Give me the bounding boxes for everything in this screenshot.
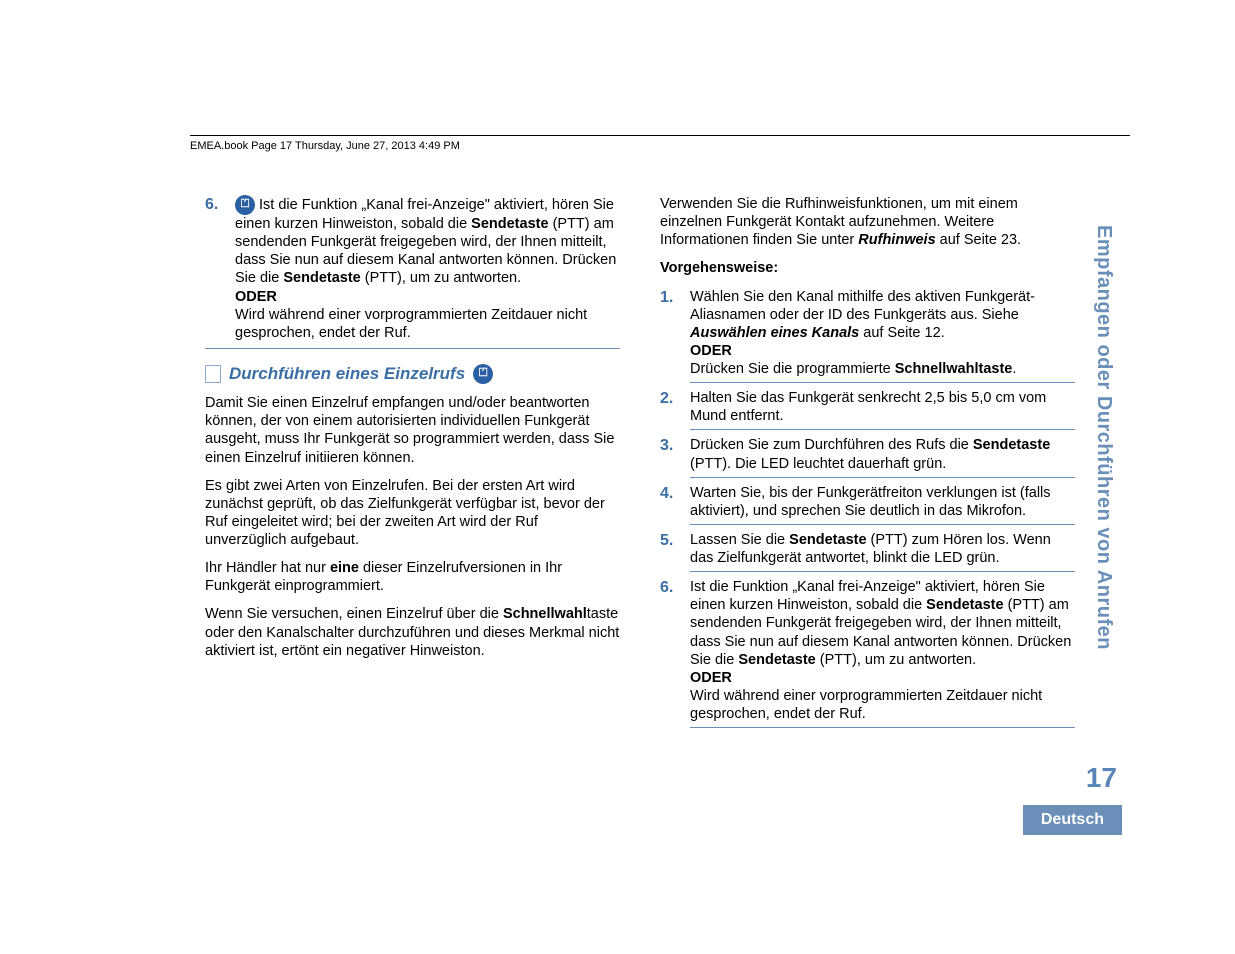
left-column: 6. ⏍ Ist die Funktion „Kanal frei-Anzeig… bbox=[205, 195, 620, 734]
body-text: Halten Sie das Funkgerät senkrecht 2,5 b… bbox=[690, 390, 1046, 424]
body-text: Sendetaste bbox=[471, 216, 548, 232]
body-text: ODER bbox=[690, 343, 732, 359]
body-text: Schnellwahltaste bbox=[895, 361, 1013, 377]
body-text: Sendetaste bbox=[789, 532, 866, 548]
body-text: Verwenden Sie die Rufhinweisfunktionen, … bbox=[660, 195, 1075, 249]
body-text: Wenn Sie versuchen, einen Einzelruf über… bbox=[205, 605, 620, 659]
body-text: ODER bbox=[690, 670, 732, 686]
step-3: 3. Drücken Sie zum Durchführen des Rufs … bbox=[660, 436, 1075, 472]
divider bbox=[690, 382, 1075, 383]
step-number: 1. bbox=[660, 288, 673, 308]
document-icon bbox=[205, 365, 221, 383]
body-text: Sendetaste bbox=[738, 652, 815, 668]
step-number: 5. bbox=[660, 531, 673, 551]
body-text: Wählen Sie den Kanal mithilfe des aktive… bbox=[690, 289, 1035, 323]
body-text: auf Seite 12. bbox=[859, 325, 944, 341]
body-text: (PTT). Die LED leuchtet dauerhaft grün. bbox=[690, 456, 946, 472]
body-text: Lassen Sie die bbox=[690, 532, 789, 548]
page-header: EMEA.book Page 17 Thursday, June 27, 201… bbox=[190, 140, 460, 152]
body-text: . bbox=[1012, 361, 1016, 377]
step-number: 6. bbox=[660, 578, 673, 598]
body-text: Ihr Händler hat nur eine dieser Einzelru… bbox=[205, 559, 620, 595]
step-number: 4. bbox=[660, 484, 673, 504]
divider bbox=[690, 727, 1075, 728]
right-column: Verwenden Sie die Rufhinweisfunktionen, … bbox=[660, 195, 1075, 734]
divider bbox=[690, 429, 1075, 430]
page-number: 17 bbox=[1086, 762, 1117, 794]
step-number: 2. bbox=[660, 389, 673, 409]
body-text: ODER bbox=[235, 289, 277, 305]
divider bbox=[690, 524, 1075, 525]
step-number: 3. bbox=[660, 436, 673, 456]
body-text: Warten Sie, bis der Funkgerätfreiton ver… bbox=[690, 485, 1051, 519]
step-4: 4. Warten Sie, bis der Funkgerätfreiton … bbox=[660, 484, 1075, 520]
body-text: Auswählen eines Kanals bbox=[690, 325, 859, 341]
body-text: Sendetaste bbox=[926, 597, 1003, 613]
step-6: 6. Ist die Funktion „Kanal frei-Anzeige"… bbox=[660, 578, 1075, 723]
step-6-left: 6. ⏍ Ist die Funktion „Kanal frei-Anzeig… bbox=[205, 195, 620, 342]
step-number: 6. bbox=[205, 195, 218, 215]
section-heading: Durchführen eines Einzelrufs ⏍ bbox=[205, 363, 620, 384]
body-text: Wird während einer vorprogrammierten Zei… bbox=[235, 306, 620, 342]
body-text: (PTT), um zu antworten. bbox=[816, 652, 976, 668]
divider bbox=[690, 477, 1075, 478]
divider bbox=[690, 571, 1075, 572]
body-text: Damit Sie einen Einzelruf empfangen und/… bbox=[205, 394, 620, 467]
step-5: 5. Lassen Sie die Sendetaste (PTT) zum H… bbox=[660, 531, 1075, 567]
step-1: 1. Wählen Sie den Kanal mithilfe des akt… bbox=[660, 288, 1075, 379]
side-chapter-title: Empfangen oder Durchführen von Anrufen bbox=[1085, 225, 1115, 650]
step-2: 2. Halten Sie das Funkgerät senkrecht 2,… bbox=[660, 389, 1075, 425]
body-text: Sendetaste bbox=[973, 437, 1050, 453]
heading-text: Durchführen eines Einzelrufs bbox=[229, 363, 465, 384]
page-body: 6. ⏍ Ist die Funktion „Kanal frei-Anzeig… bbox=[205, 195, 1075, 734]
procedure-label: Vorgehensweise: bbox=[660, 260, 778, 276]
header-rule bbox=[190, 135, 1130, 136]
body-text: (PTT), um zu antworten. bbox=[361, 270, 521, 286]
language-tab: Deutsch bbox=[1023, 805, 1122, 835]
antenna-icon: ⏍ bbox=[235, 195, 255, 215]
body-text: Wird während einer vorprogrammierten Zei… bbox=[690, 687, 1075, 723]
body-text: Es gibt zwei Arten von Einzelrufen. Bei … bbox=[205, 477, 620, 550]
antenna-icon: ⏍ bbox=[473, 364, 493, 384]
body-text: Drücken Sie die programmierte bbox=[690, 361, 895, 377]
body-text: Drücken Sie zum Durchführen des Rufs die bbox=[690, 437, 973, 453]
divider bbox=[205, 348, 620, 349]
body-text: Sendetaste bbox=[283, 270, 360, 286]
